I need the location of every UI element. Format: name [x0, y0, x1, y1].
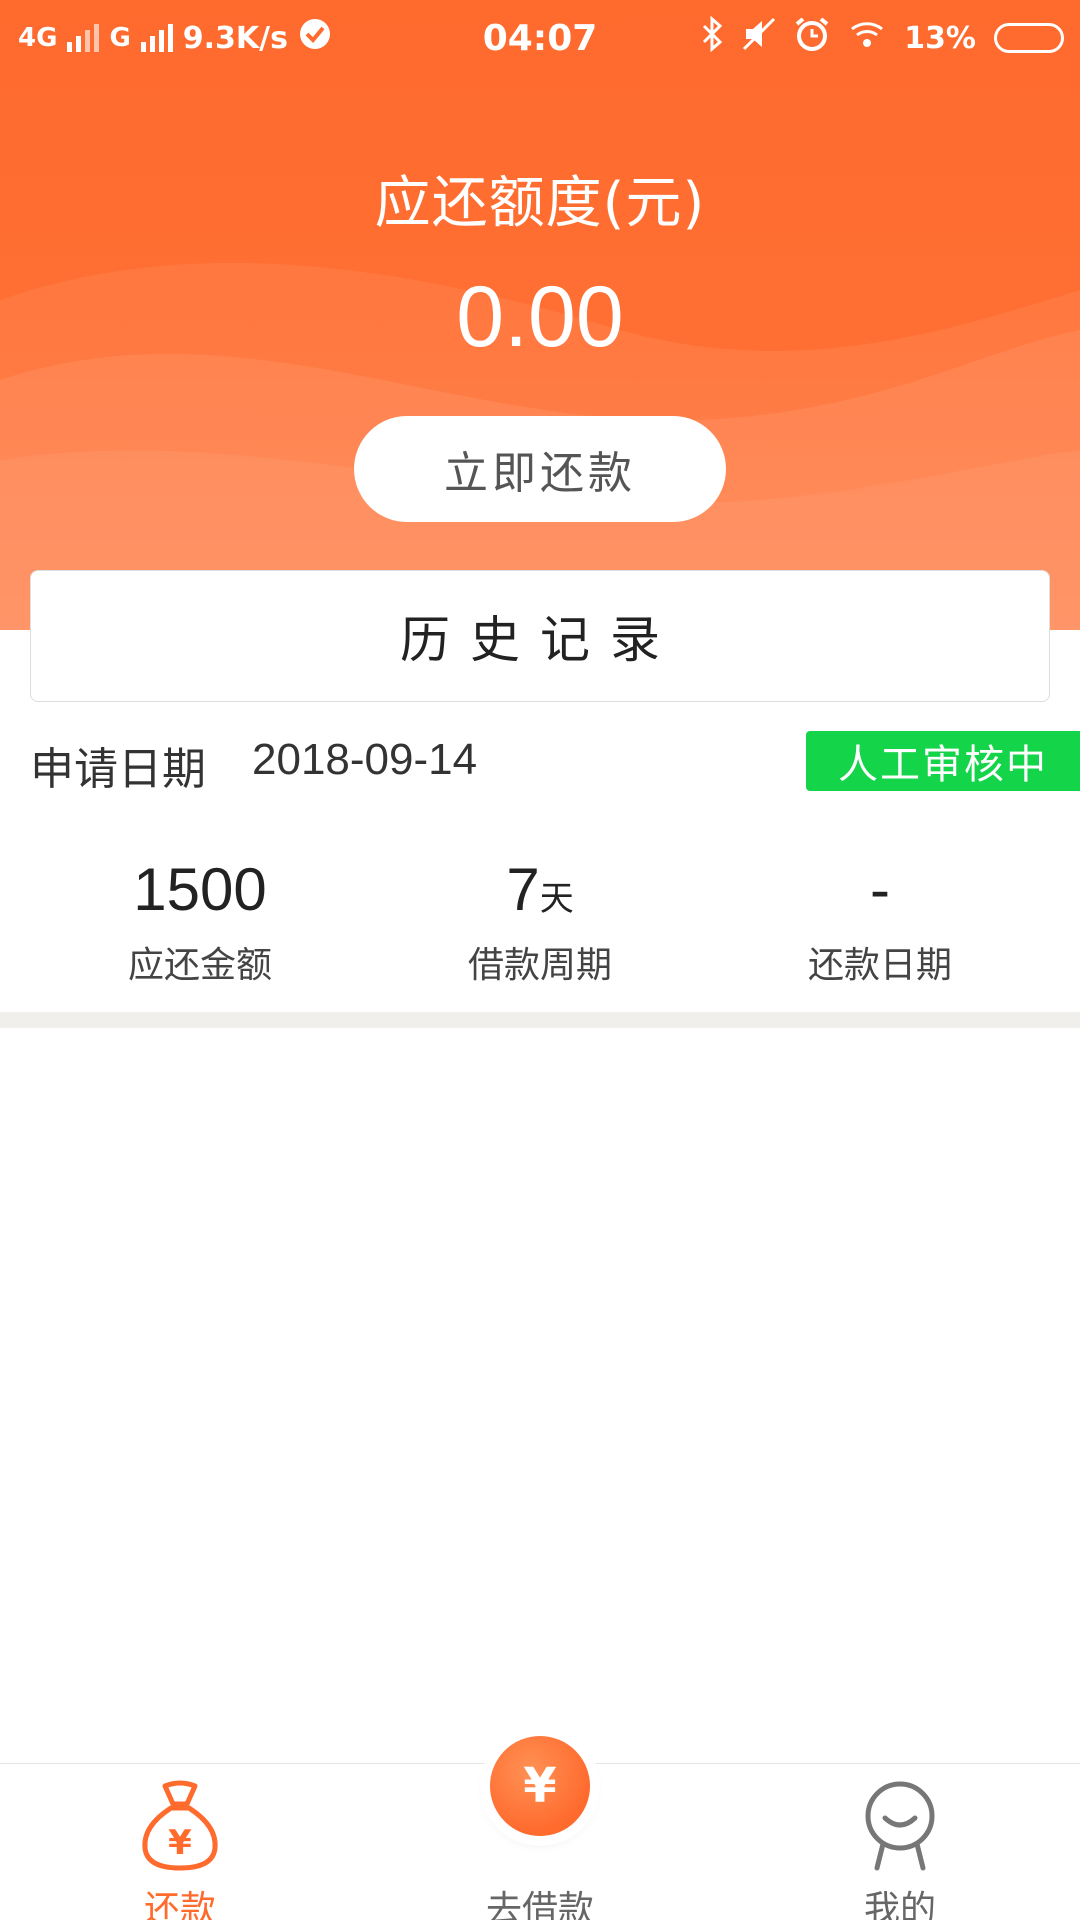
bluetooth-icon: [700, 15, 724, 60]
status-badge: 人工审核中: [806, 731, 1080, 791]
alarm-icon: [794, 16, 830, 60]
amount-title: 应还额度(元): [374, 171, 706, 236]
nav-tab-borrow-label: 去借款: [485, 1889, 594, 1920]
stat-period: 7天 借款周期: [370, 850, 710, 988]
signal-icon: [67, 24, 100, 52]
status-left: 4G G 9.3K/s: [18, 16, 332, 60]
network-4g-label: 4G: [18, 23, 58, 53]
check-circle-icon: [298, 17, 332, 59]
stat-amount-value: 1500: [30, 850, 370, 930]
stat-period-unit: 天: [539, 879, 574, 919]
wifi-icon: [848, 17, 886, 59]
stat-amount-label: 应还金额: [127, 945, 272, 986]
yen-circle-icon[interactable]: ¥: [490, 1736, 590, 1836]
bag-yen-symbol: ¥: [168, 1823, 192, 1863]
status-right: 13%: [700, 15, 1064, 60]
stat-amount: 1500 应还金额: [30, 850, 370, 988]
nav-tab-mine-label: 我的: [863, 1889, 936, 1920]
stat-repay-date-label: 还款日期: [807, 945, 952, 986]
nav-tab-repay[interactable]: ¥ 还款: [0, 1764, 360, 1920]
network-g-label: G: [109, 23, 131, 53]
repay-now-button[interactable]: 立即还款: [354, 416, 726, 522]
battery-percent: 13%: [904, 20, 976, 56]
network-speed: 9.3K/s: [182, 20, 288, 56]
user-face-icon: [865, 1781, 935, 1871]
stat-repay-date-number: -: [870, 856, 890, 923]
section-divider: [0, 1012, 1080, 1028]
status-bar: 4G G 9.3K/s 04:07 13%: [0, 0, 1080, 78]
stat-repay-date-value: -: [710, 850, 1050, 930]
history-records-button[interactable]: 历史记录: [30, 570, 1050, 702]
amount-value: 0.00: [456, 269, 624, 365]
apply-date-value: 2018-09-14: [252, 735, 478, 784]
header-banner: 4G G 9.3K/s 04:07 13% 应还额度(元) 0.00 立即还款: [0, 0, 1080, 630]
stat-amount-number: 1500: [133, 856, 267, 923]
signal-icon-2: [140, 24, 173, 52]
nav-tab-mine[interactable]: 我的: [720, 1764, 1080, 1920]
stat-period-number: 7: [506, 856, 540, 923]
stat-period-value: 7天: [370, 850, 710, 930]
stat-repay-date: - 还款日期: [710, 850, 1050, 988]
money-bag-icon: ¥: [142, 1780, 218, 1871]
mute-icon: [742, 17, 776, 59]
screen: 4G G 9.3K/s 04:07 13% 应还额度(元) 0.00 立即还款 …: [0, 0, 1080, 1920]
stat-period-label: 借款周期: [467, 945, 612, 986]
nav-tab-repay-label: 还款: [143, 1889, 216, 1920]
apply-date-label: 申请日期: [30, 744, 206, 795]
battery-icon: [994, 23, 1064, 53]
